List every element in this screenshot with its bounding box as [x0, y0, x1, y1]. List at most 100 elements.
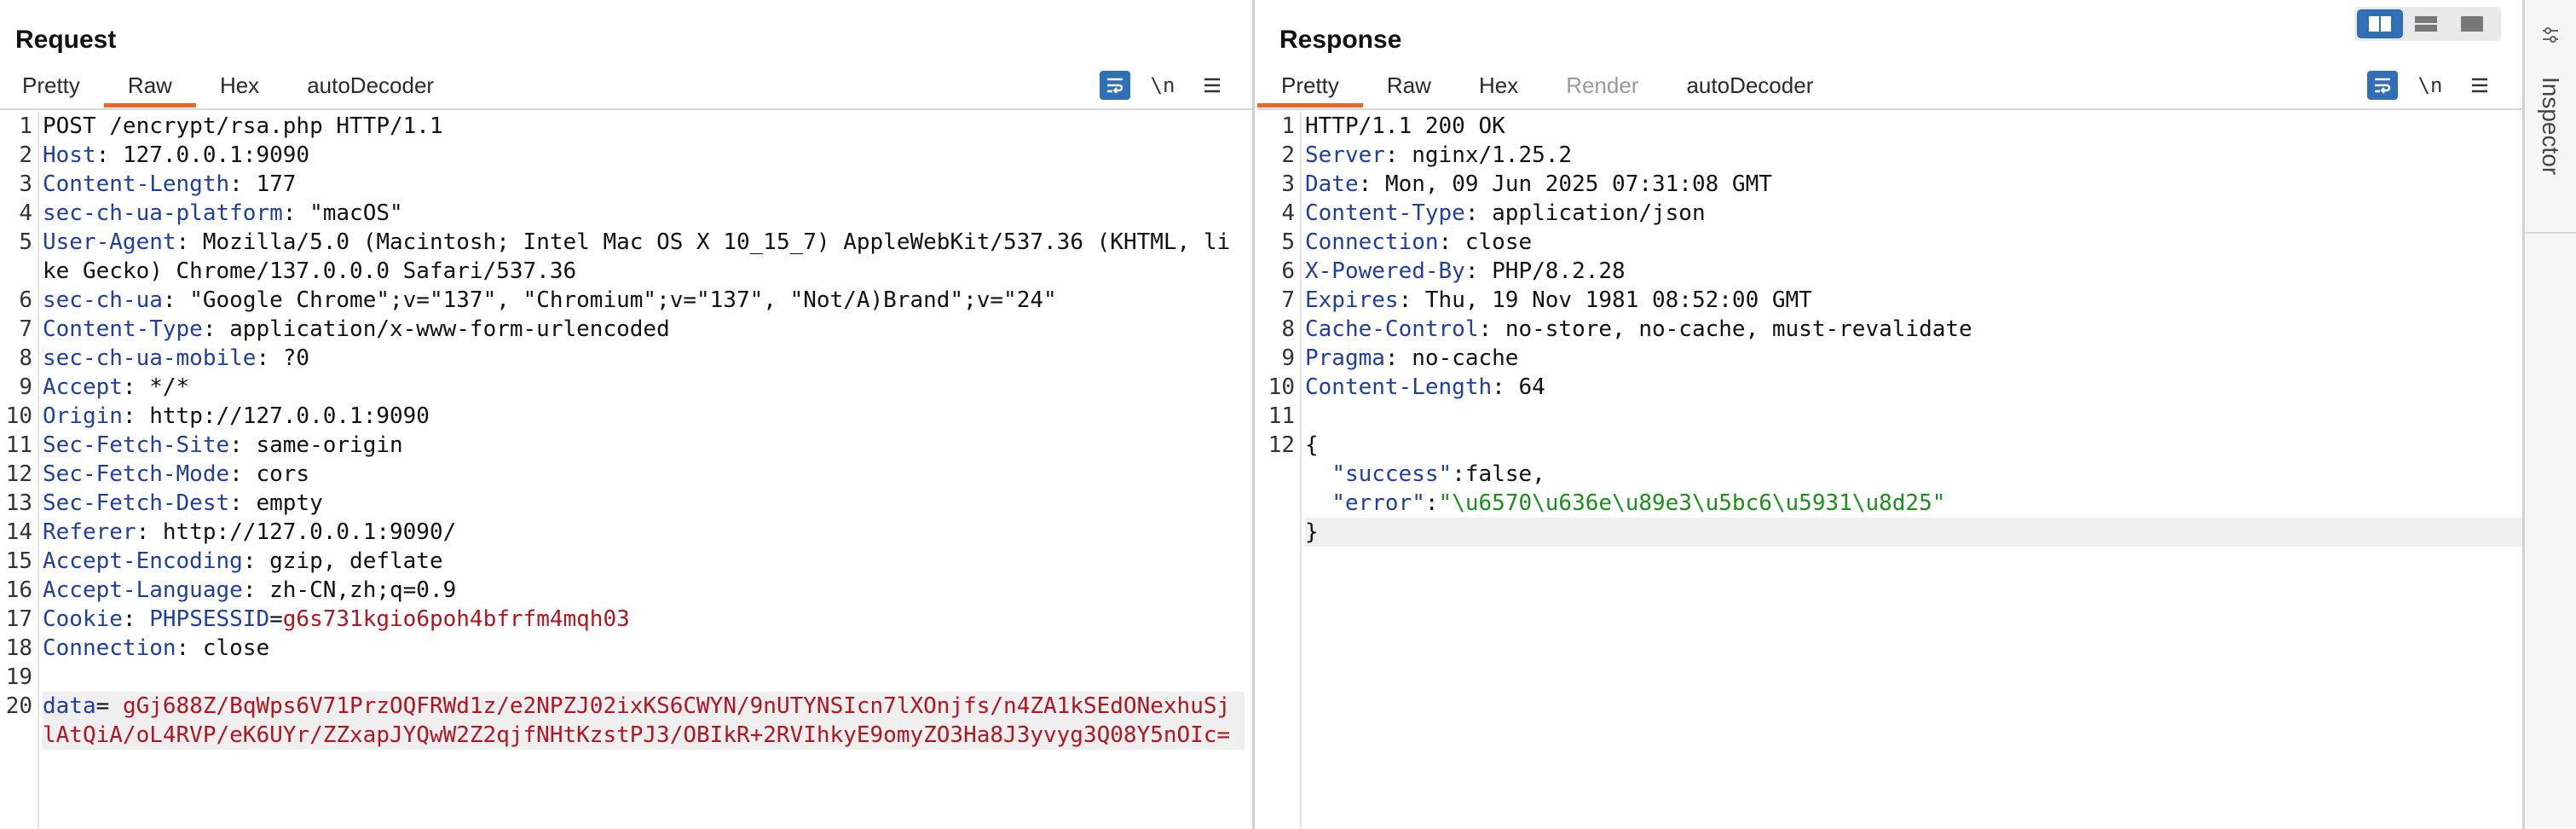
tab-hex[interactable]: Hex: [1455, 68, 1542, 107]
header-name: Content-Length: [1305, 374, 1493, 400]
header-name: X-Powered-By: [1305, 258, 1465, 284]
response-title: Response: [1279, 26, 1402, 54]
wrap-lines-button[interactable]: [1100, 71, 1130, 100]
line-number: 9: [19, 374, 32, 400]
line-content: HTTP/1.1 200 OK: [1305, 113, 1505, 139]
header-value: PHP/8.2.28: [1492, 258, 1626, 284]
header-name: sec-ch-ua-platform: [43, 200, 283, 226]
show-newlines-button[interactable]: \n: [2413, 70, 2447, 101]
tab-pretty[interactable]: Pretty: [1257, 68, 1363, 107]
response-editor[interactable]: 1 HTTP/1.1 200 OK 2 Server: nginx/1.25.2 3 Da…: [1257, 112, 2522, 829]
show-newlines-button[interactable]: \n: [1146, 70, 1180, 101]
header-name: Origin: [43, 403, 123, 429]
line-text: Date: Mon, 09 Jun 2025 07:31:08 GMT: [1305, 171, 1772, 197]
header-name: Referer: [43, 519, 136, 545]
line-text: Content-Length: 177: [43, 171, 297, 197]
json-value: false,: [1464, 461, 1545, 487]
line-number: 18: [5, 635, 32, 661]
header-name: Connection: [1305, 229, 1439, 255]
header-name: Cache-Control: [1305, 316, 1479, 342]
request-title: Request: [15, 26, 117, 54]
tab-raw[interactable]: Raw: [103, 68, 196, 107]
single-pane-icon: [2461, 16, 2483, 32]
code-line: 5 Connection: close: [1257, 228, 2522, 257]
request-panel: Request Pretty Raw Hex autoDecoder \n 1 POST…: [0, 0, 1255, 829]
line-text: Host: 127.0.0.1:9090: [43, 142, 310, 168]
line-text: Pragma: no-cache: [1305, 345, 1519, 371]
tab-pretty[interactable]: Pretty: [0, 68, 104, 107]
line-text: sec-ch-ua-mobile: ?0: [43, 345, 310, 371]
line-number: 17: [5, 606, 32, 632]
code-line: 12 Sec-Fetch-Mode: cors: [0, 460, 1252, 489]
code-line: 6 sec-ch-ua: "Google Chrome";v="137", "Ch…: [0, 286, 1252, 315]
line-text: Cache-Control: no-store, no-cache, must-…: [1305, 316, 1972, 342]
line-number: 7: [19, 316, 32, 342]
json-string-value: "\u6570\u636e\u89e3\u5bc6\u5931\u8d25": [1438, 490, 1946, 516]
line-number: 12: [5, 461, 32, 487]
line-number: 6: [19, 287, 32, 313]
code-line: 13 Sec-Fetch-Dest: empty: [0, 489, 1252, 518]
response-code: 1 HTTP/1.1 200 OK 2 Server: nginx/1.25.2 3 Da…: [1257, 112, 2522, 547]
line-number: 1: [1281, 113, 1295, 139]
layout-side-by-side-button[interactable]: [2357, 9, 2403, 38]
header-value: ?0: [282, 345, 310, 371]
line-text: Origin: http://127.0.0.1:9090: [43, 403, 430, 429]
line-text: X-Powered-By: PHP/8.2.28: [1305, 258, 1626, 284]
header-value: 127.0.0.1:9090: [122, 142, 310, 168]
header-value: application/json: [1492, 200, 1706, 226]
code-line: 1 POST /encrypt/rsa.php HTTP/1.1: [0, 112, 1252, 141]
tab-hex[interactable]: Hex: [196, 68, 283, 107]
response-toolbar: \n: [2367, 68, 2512, 102]
header-name: Sec-Fetch-Site: [43, 432, 230, 458]
inspector-label[interactable]: Inspector: [2537, 77, 2564, 175]
code-line: 11: [1257, 402, 2522, 431]
wrap-lines-button[interactable]: [2367, 71, 2398, 100]
response-panel: Response Pretty Raw Hex Render autoDecoder \…: [1257, 0, 2522, 829]
code-line: 6 X-Powered-By: PHP/8.2.28: [1257, 257, 2522, 286]
line-number: 11: [5, 432, 32, 458]
request-editor[interactable]: 1 POST /encrypt/rsa.php HTTP/1.1 2 Host: 12…: [0, 112, 1252, 829]
code-line: 2 Host: 127.0.0.1:9090: [0, 141, 1252, 170]
layout-stacked-button[interactable]: [2403, 9, 2449, 38]
menu-button[interactable]: [2463, 70, 2497, 101]
header-name: Content-Type: [1305, 200, 1465, 226]
header-name: Sec-Fetch-Dest: [43, 490, 230, 516]
line-number: 16: [5, 577, 32, 603]
columns-icon: [2369, 16, 2391, 32]
tab-autodecoder[interactable]: autoDecoder: [1662, 68, 1837, 107]
layout-single-button[interactable]: [2449, 9, 2495, 38]
code-line: 16 Accept-Language: zh-CN,zh;q=0.9: [0, 576, 1252, 605]
tab-raw[interactable]: Raw: [1363, 68, 1455, 107]
tab-divider: [0, 108, 1252, 110]
menu-button[interactable]: [1195, 70, 1229, 101]
line-text: Cookie: PHPSESSID=g6s731kgio6poh4bfrfm4m…: [43, 606, 630, 632]
line-number: 20: [5, 693, 32, 719]
cookie-name: PHPSESSID: [149, 606, 270, 632]
line-content: POST /encrypt/rsa.php HTTP/1.1: [43, 113, 443, 139]
header-value: 177: [256, 171, 297, 197]
code-line: 2 Server: nginx/1.25.2: [1257, 141, 2522, 170]
line-number: 9: [1281, 345, 1295, 371]
header-name: Accept-Language: [43, 577, 243, 603]
code-line: 1 HTTP/1.1 200 OK: [1257, 112, 2522, 141]
code-line: 9 Pragma: no-cache: [1257, 344, 2522, 373]
tab-autodecoder[interactable]: autoDecoder: [283, 68, 458, 107]
code-line: 19: [0, 663, 1252, 692]
line-number: 3: [1281, 171, 1295, 197]
line-text: Content-Length: 64: [1305, 374, 1545, 400]
inspector-sidebar[interactable]: Inspector: [2522, 0, 2576, 829]
code-line: 7 Expires: Thu, 19 Nov 1981 08:52:00 GMT: [1257, 286, 2522, 315]
code-line: 7 Content-Type: application/x-www-form-ur…: [0, 315, 1252, 344]
tab-render[interactable]: Render: [1542, 68, 1662, 107]
header-value: http://127.0.0.1:9090: [149, 403, 430, 429]
inspector-divider: [2525, 232, 2576, 234]
line-text: Referer: http://127.0.0.1:9090/: [43, 519, 457, 545]
json-close-line: }: [1257, 518, 2522, 547]
json-brace: }: [1305, 519, 1319, 545]
code-line: 18 Connection: close: [0, 634, 1252, 663]
inspector-settings-icon[interactable]: [2537, 24, 2564, 51]
line-text: User-Agent: Mozilla/5.0 (Macintosh; Inte…: [43, 229, 1231, 284]
json-success-line: "success":false,: [1257, 460, 2522, 489]
cookie-value: g6s731kgio6poh4bfrfm4mqh03: [282, 606, 630, 632]
code-line: 4 sec-ch-ua-platform: "macOS": [0, 199, 1252, 228]
